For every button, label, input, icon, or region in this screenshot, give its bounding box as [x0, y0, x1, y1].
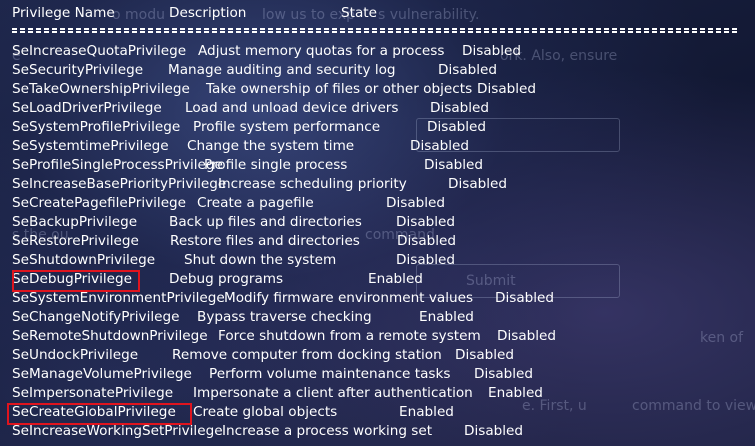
privilege-description: Create global objects [193, 404, 338, 420]
privilege-description: Load and unload device drivers [185, 100, 399, 116]
privilege-state: Disabled [448, 176, 508, 192]
privilege-description: Change the system time [187, 138, 355, 154]
privilege-description: Debug programs [169, 271, 284, 287]
privilege-state: Disabled [396, 252, 456, 268]
privilege-description: Modify firmware environment values [224, 290, 474, 306]
privilege-state: Enabled [419, 309, 474, 325]
privilege-name: SeIncreaseQuotaPrivilege [12, 43, 187, 59]
privilege-name: SeCreatePagefilePrivilege [12, 195, 187, 211]
privilege-description: Take ownership of files or other objects [206, 81, 473, 97]
privilege-state: Disabled [438, 62, 498, 78]
privilege-state: Disabled [477, 81, 537, 97]
privilege-description: Adjust memory quotas for a process [198, 43, 445, 59]
privilege-state: Disabled [397, 233, 457, 249]
privilege-name: SeRestorePrivilege [12, 233, 139, 249]
privilege-state: Disabled [462, 43, 522, 59]
privilege-state: Enabled [488, 385, 543, 401]
privilege-description: Profile system performance [193, 119, 381, 135]
privilege-state: Disabled [427, 119, 487, 135]
privilege-state: Disabled [396, 214, 456, 230]
privilege-name: SeImpersonatePrivilege [12, 385, 174, 401]
terminal-output: Privilege Name Description State SeIncre… [0, 0, 755, 446]
privilege-description: Increase a process working set [222, 423, 433, 439]
privilege-state: Disabled [495, 290, 555, 306]
privilege-name: SeSystemProfilePrivilege [12, 119, 181, 135]
privilege-name: SeIncreaseBasePriorityPrivilege [12, 176, 227, 192]
privilege-description: Manage auditing and security log [168, 62, 396, 78]
privilege-name: SeUndockPrivilege [12, 347, 139, 363]
privilege-state: Disabled [430, 100, 490, 116]
privilege-name: SeSystemtimePrivilege [12, 138, 169, 154]
privilege-description: Bypass traverse checking [197, 309, 372, 325]
privilege-name: SeTakeOwnershipPrivilege [12, 81, 190, 97]
privilege-name: SeProfileSingleProcessPrivilege [12, 157, 223, 173]
privilege-state: Disabled [474, 366, 534, 382]
privilege-name: SeLoadDriverPrivilege [12, 100, 162, 116]
privilege-description: Restore files and directories [170, 233, 360, 249]
privilege-description: Perform volume maintenance tasks [209, 366, 451, 382]
header-separator [12, 27, 738, 35]
privilege-state: Disabled [424, 157, 484, 173]
privilege-description: Back up files and directories [169, 214, 362, 230]
privilege-description: Create a pagefile [197, 195, 314, 211]
privilege-name: SeRemoteShutdownPrivilege [12, 328, 208, 344]
privilege-state: Disabled [410, 138, 470, 154]
privilege-name: SeChangeNotifyPrivilege [12, 309, 180, 325]
highlight-create-global-privilege [7, 403, 192, 425]
privilege-description: Remove computer from docking station [172, 347, 442, 363]
privilege-state: Enabled [368, 271, 423, 287]
highlight-debug-privilege [12, 270, 140, 292]
privilege-state: Disabled [455, 347, 515, 363]
privilege-state: Enabled [399, 404, 454, 420]
privilege-description: Force shutdown from a remote system [218, 328, 481, 344]
header-privilege-name: Privilege Name [12, 5, 115, 21]
privilege-description: Increase scheduling priority [218, 176, 407, 192]
privilege-name: SeShutdownPrivilege [12, 252, 156, 268]
privilege-description: Shut down the system [184, 252, 337, 268]
privilege-description: Profile single process [204, 157, 348, 173]
privilege-state: Disabled [497, 328, 557, 344]
header-description: Description [169, 5, 247, 21]
privilege-name: SeBackupPrivilege [12, 214, 138, 230]
privilege-state: Disabled [464, 423, 524, 439]
privilege-state: Disabled [386, 195, 446, 211]
privilege-name: SeManageVolumePrivilege [12, 366, 192, 382]
privilege-name: SeSecurityPrivilege [12, 62, 144, 78]
header-state: State [341, 5, 377, 21]
privilege-description: Impersonate a client after authenticatio… [193, 385, 473, 401]
